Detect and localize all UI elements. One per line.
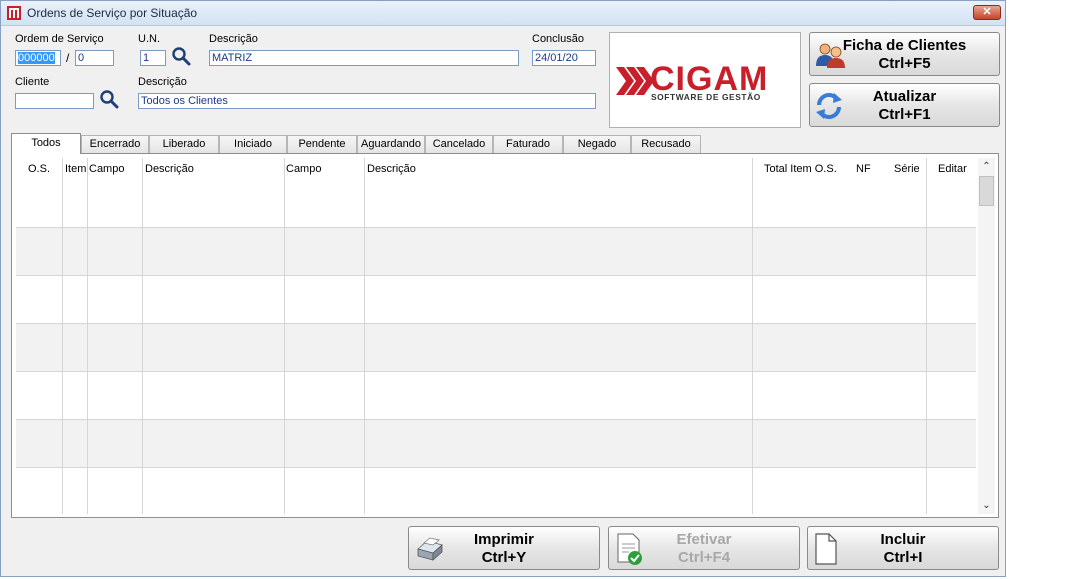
- ordens-grid-panel: O.S. Item Campo Descrição Campo Descriçã…: [11, 153, 999, 518]
- col-header-nf[interactable]: NF: [856, 163, 871, 175]
- tab-liberado[interactable]: Liberado: [149, 135, 219, 153]
- imprimir-label: Imprimir: [473, 531, 534, 548]
- cigam-logo-graphic: CIGAM SOFTWARE DE GESTÃO: [616, 60, 767, 102]
- tab-recusado[interactable]: Recusado: [631, 135, 701, 153]
- column-divider: [284, 158, 285, 514]
- col-header-serie[interactable]: Série: [894, 163, 920, 175]
- col-header-campo-2[interactable]: Campo: [286, 163, 321, 175]
- close-button[interactable]: ✕: [973, 5, 1001, 20]
- imprimir-button[interactable]: Imprimir Ctrl+Y: [408, 526, 600, 570]
- efetivar-label: Efetivar: [676, 531, 732, 548]
- column-divider: [926, 158, 927, 514]
- col-header-os[interactable]: O.S.: [28, 163, 50, 175]
- conclusao-input[interactable]: 24/01/20: [532, 50, 596, 66]
- col-header-campo[interactable]: Campo: [89, 163, 124, 175]
- column-divider: [752, 158, 753, 514]
- table-row[interactable]: [16, 371, 976, 419]
- imprimir-shortcut: Ctrl+Y: [481, 549, 527, 566]
- table-row-alt[interactable]: [16, 227, 976, 275]
- col-header-descricao[interactable]: Descrição: [145, 163, 194, 175]
- search-un-icon[interactable]: [171, 46, 191, 66]
- col-header-item[interactable]: Item: [65, 163, 86, 175]
- search-cliente-icon[interactable]: [99, 89, 119, 109]
- scroll-thumb[interactable]: [979, 176, 994, 206]
- ficha-clientes-button[interactable]: Ficha de Clientes Ctrl+F5: [809, 32, 1000, 76]
- column-divider: [142, 158, 143, 514]
- efetivar-button[interactable]: Efetivar Ctrl+F4: [608, 526, 800, 570]
- tab-pendente[interactable]: Pendente: [287, 135, 357, 153]
- close-icon: ✕: [982, 6, 992, 18]
- tab-faturado[interactable]: Faturado: [493, 135, 563, 153]
- tab-todos[interactable]: Todos: [11, 133, 81, 154]
- cliente-label: Cliente: [15, 76, 50, 88]
- column-divider: [364, 158, 365, 514]
- main-window: Ordens de Serviço por Situação ✕ Ordem d…: [0, 0, 1006, 577]
- incluir-label: Incluir: [880, 531, 926, 548]
- conclusao-label: Conclusão: [532, 33, 584, 45]
- ordens-grid[interactable]: O.S. Item Campo Descrição Campo Descriçã…: [16, 158, 976, 514]
- scroll-up-icon[interactable]: ⌃: [978, 158, 995, 175]
- tab-cancelado[interactable]: Cancelado: [425, 135, 493, 153]
- table-row-alt[interactable]: [16, 323, 976, 371]
- col-header-descricao-2[interactable]: Descrição: [367, 163, 416, 175]
- logo-tagline-text: SOFTWARE DE GESTÃO: [651, 92, 761, 102]
- scroll-down-icon[interactable]: ⌄: [978, 497, 995, 514]
- ficha-clientes-shortcut: Ctrl+F5: [878, 55, 931, 72]
- grid-scrollbar[interactable]: ⌃ ⌄: [978, 158, 995, 514]
- col-header-editar[interactable]: Editar: [938, 163, 967, 175]
- un-input[interactable]: 1: [140, 50, 166, 66]
- table-row[interactable]: [16, 275, 976, 323]
- ficha-clientes-label: Ficha de Clientes: [842, 37, 967, 54]
- incluir-button[interactable]: Incluir Ctrl+I: [807, 526, 999, 570]
- descricao-cliente-label: Descrição: [138, 76, 187, 88]
- ordem-servico-label: Ordem de Serviço: [15, 33, 104, 45]
- tab-iniciado[interactable]: Iniciado: [219, 135, 287, 153]
- descricao-un-label: Descrição: [209, 33, 258, 45]
- column-divider: [62, 158, 63, 514]
- window-title: Ordens de Serviço por Situação: [27, 6, 198, 20]
- tab-aguardando[interactable]: Aguardando: [357, 135, 425, 153]
- column-divider: [87, 158, 88, 514]
- descricao-un-input[interactable]: MATRIZ: [209, 50, 519, 66]
- title-bar[interactable]: Ordens de Serviço por Situação ✕: [1, 1, 1005, 26]
- ordem-separator: /: [66, 51, 70, 65]
- atualizar-shortcut: Ctrl+F1: [878, 106, 931, 123]
- atualizar-button[interactable]: Atualizar Ctrl+F1: [809, 83, 1000, 127]
- cigam-logo: CIGAM SOFTWARE DE GESTÃO: [609, 32, 801, 128]
- incluir-shortcut: Ctrl+I: [883, 549, 923, 566]
- cliente-input[interactable]: [15, 93, 94, 109]
- efetivar-shortcut: Ctrl+F4: [677, 549, 731, 566]
- un-label: U.N.: [138, 33, 160, 45]
- ordem-servico-value: 000000: [18, 52, 55, 64]
- tab-negado[interactable]: Negado: [563, 135, 631, 153]
- table-row-alt[interactable]: [16, 419, 976, 467]
- ordem-seq-input[interactable]: 0: [75, 50, 114, 66]
- col-header-total-item[interactable]: Total Item O.S.: [764, 163, 837, 175]
- atualizar-label: Atualizar: [872, 88, 937, 105]
- table-row[interactable]: [16, 467, 976, 514]
- ordem-servico-input[interactable]: 000000: [15, 50, 61, 66]
- tab-encerrado[interactable]: Encerrado: [81, 135, 149, 153]
- app-icon: [7, 6, 21, 20]
- descricao-cliente-input[interactable]: Todos os Clientes: [138, 93, 596, 109]
